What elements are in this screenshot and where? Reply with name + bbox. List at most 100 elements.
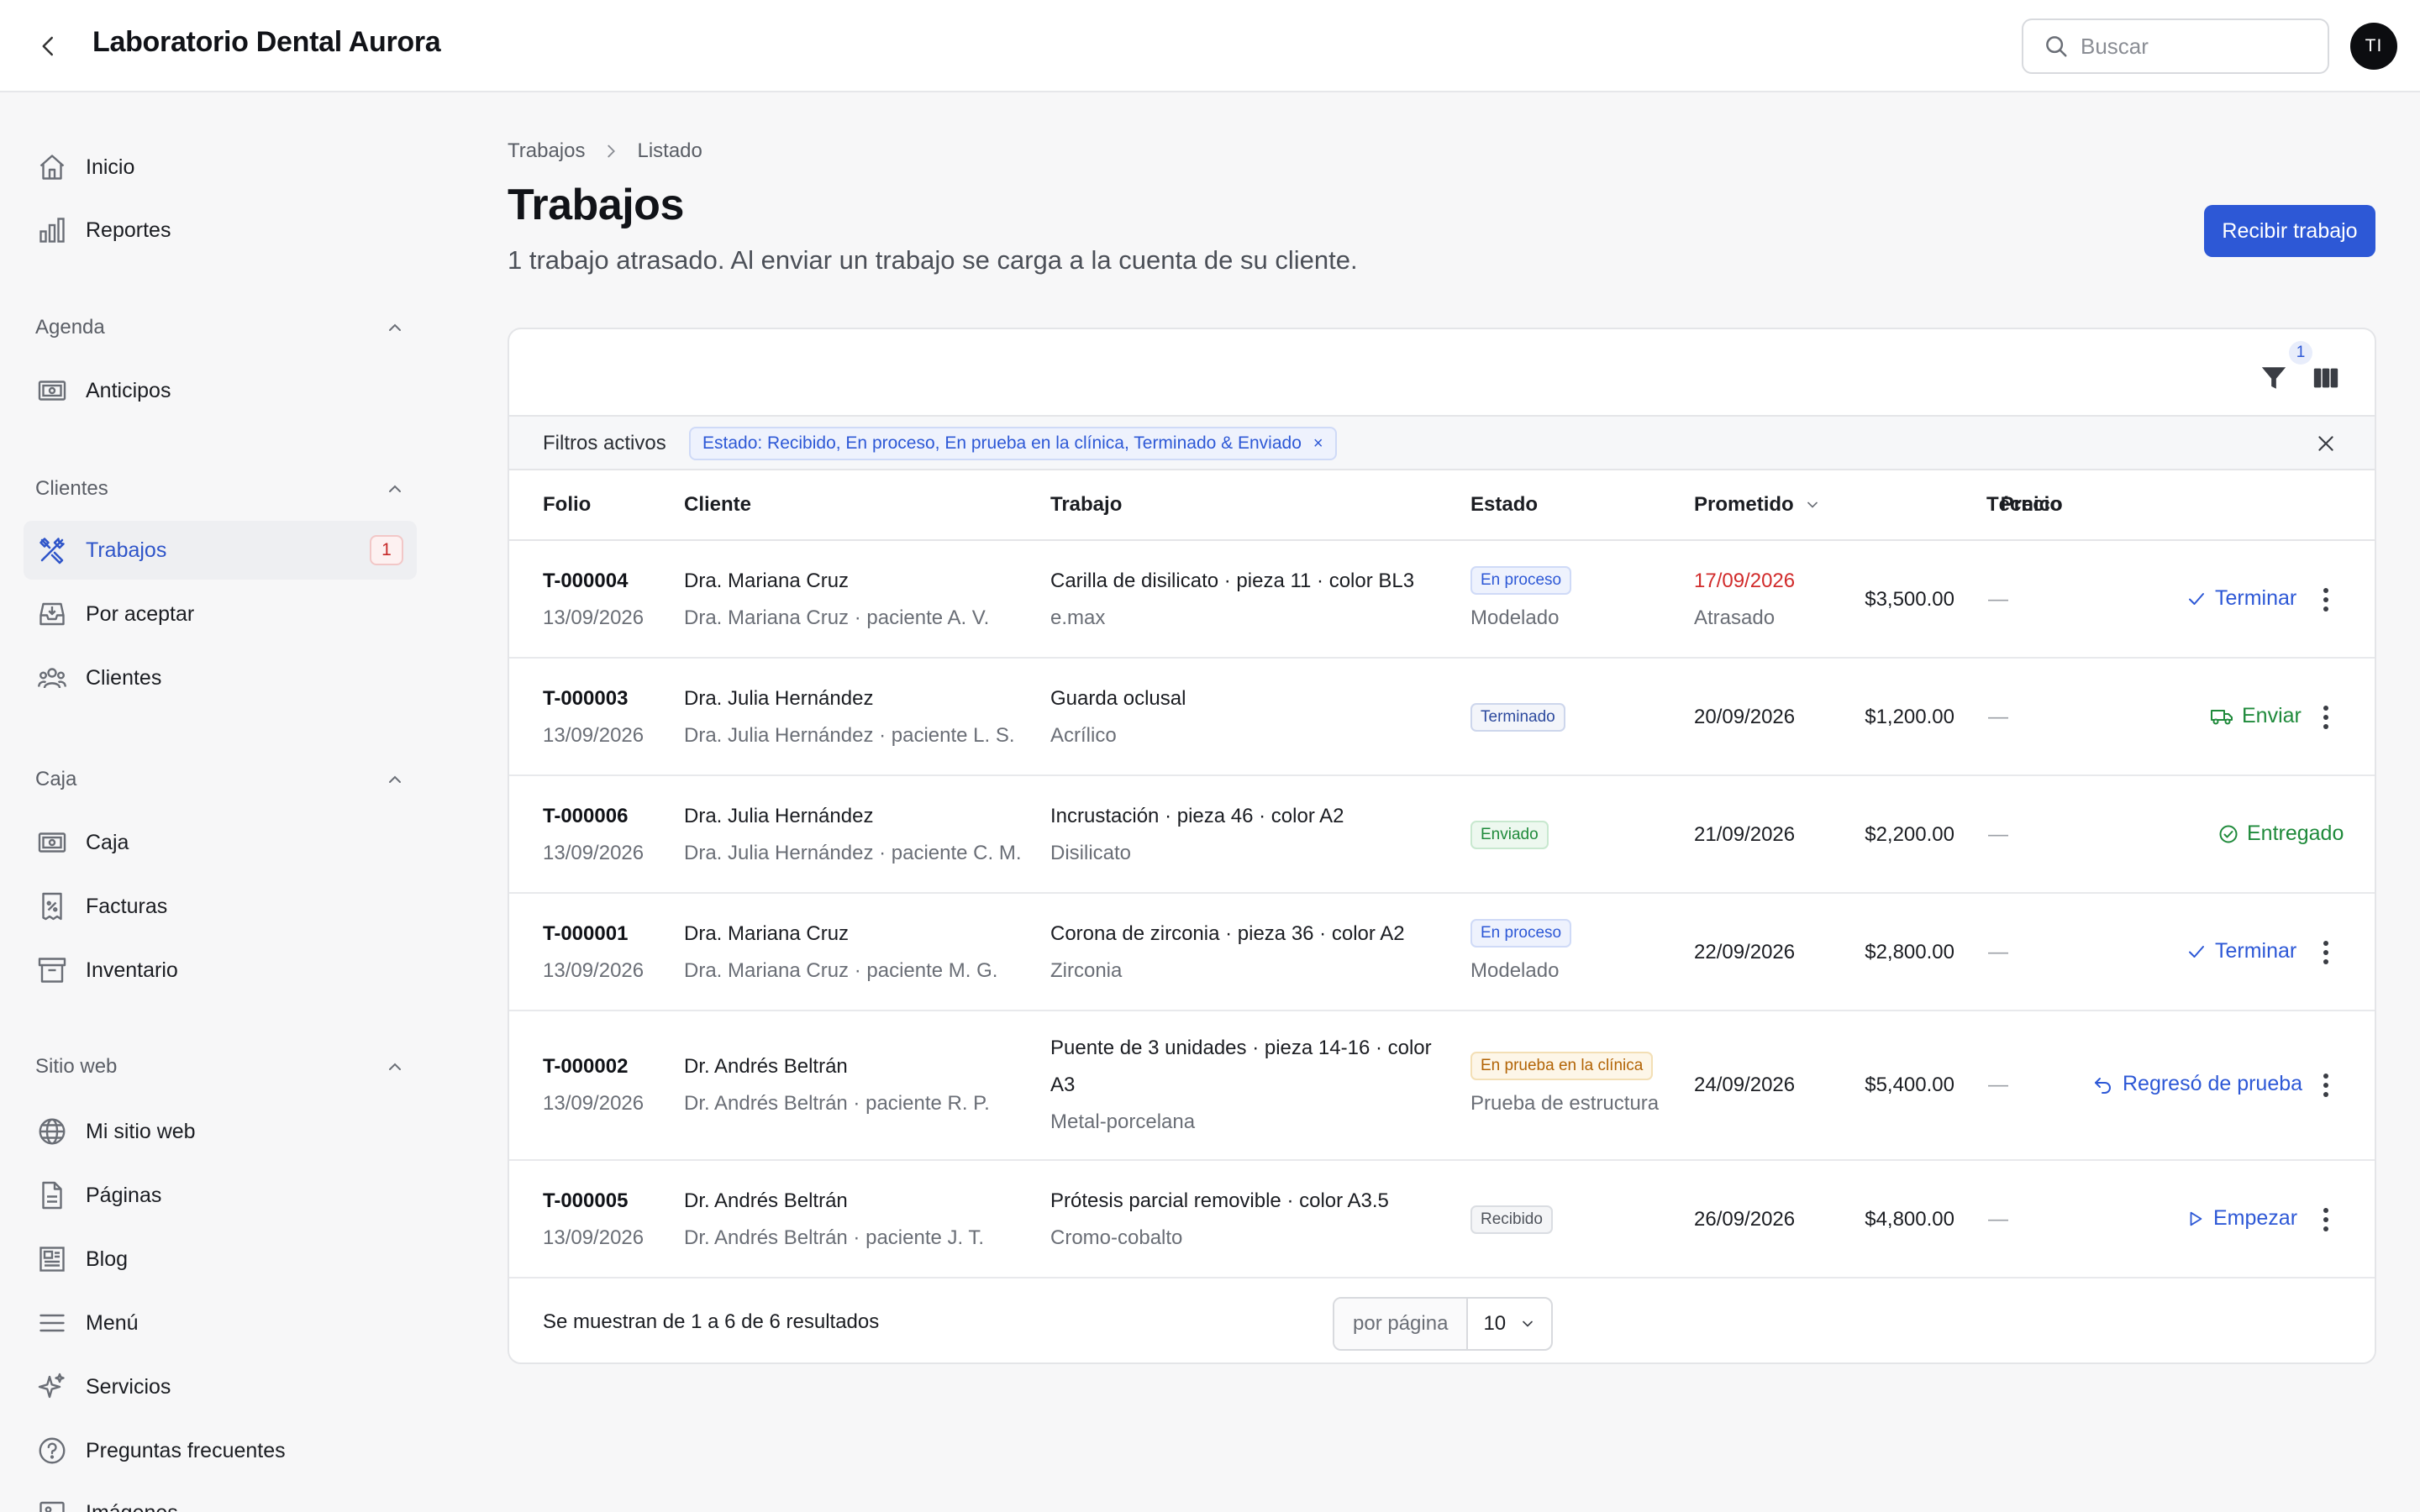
folio[interactable]: T-000006: [543, 805, 628, 828]
sidebar-item-label: Imágenes: [86, 1501, 178, 1512]
enviar-button[interactable]: Enviar: [2210, 704, 2302, 728]
per-page-value[interactable]: 10: [1468, 1299, 1551, 1349]
terminar-button[interactable]: Terminar: [2186, 586, 2296, 611]
clear-filters-button[interactable]: [2311, 428, 2341, 459]
table-row[interactable]: T-000003 13/09/2026 Dra. Julia Hernández…: [509, 659, 2375, 776]
sidebar-item-label: Reportes: [86, 218, 171, 242]
sidebar-item-mi-sitio-web[interactable]: Mi sitio web: [24, 1102, 417, 1161]
row-menu-button[interactable]: [2311, 699, 2341, 736]
folio[interactable]: T-000005: [543, 1189, 628, 1213]
columns-button[interactable]: [2307, 360, 2344, 396]
column-header-label: Prometido: [1694, 493, 1794, 516]
check-icon: [2189, 592, 2204, 605]
back-button[interactable]: [30, 28, 67, 65]
row-menu-button[interactable]: [2311, 934, 2341, 971]
recibir-trabajo-button[interactable]: Recibir trabajo: [2204, 205, 2375, 257]
archive-icon: [35, 953, 69, 987]
breadcrumb-root[interactable]: Trabajos: [508, 139, 585, 163]
status-badge: En proceso: [1470, 919, 1572, 948]
material: e.max: [1050, 606, 1106, 629]
sidebar-item-facturas[interactable]: Facturas: [24, 877, 417, 936]
trabajo-continuacion: A3: [1050, 1074, 1076, 1096]
file-icon: [35, 1179, 69, 1212]
column-header-cliente[interactable]: Cliente: [684, 493, 751, 517]
cliente: Dra. Mariana Cruz: [684, 922, 850, 945]
folio[interactable]: T-000001: [543, 922, 628, 946]
search-input[interactable]: [2081, 33, 2324, 60]
table-row[interactable]: T-000006 13/09/2026 Dra. Julia Hernández…: [509, 776, 2375, 894]
sidebar-item-label: Por aceptar: [86, 601, 195, 626]
sidebar-item-trabajos[interactable]: Trabajos 1: [24, 521, 417, 580]
regreso-de-prueba-button[interactable]: Regresó de prueba: [2092, 1072, 2302, 1096]
sidebar-item-reportes[interactable]: Reportes: [24, 201, 417, 260]
action-label: Empezar: [2213, 1206, 2298, 1230]
cliente-paciente: Dra. Mariana Cruz · paciente M. G.: [684, 959, 998, 982]
material: Zirconia: [1050, 959, 1123, 982]
globe-icon: [35, 1115, 69, 1148]
cliente: Dra. Julia Hernández: [684, 687, 874, 710]
filter-button[interactable]: [2255, 360, 2292, 396]
count-badge: 1: [370, 535, 403, 565]
row-menu-button[interactable]: [2311, 1067, 2341, 1104]
table-row[interactable]: T-000001 13/09/2026 Dra. Mariana Cruz Dr…: [509, 894, 2375, 1011]
sidebar-item-por-aceptar[interactable]: Por aceptar: [24, 585, 417, 643]
section-header-sitio-web[interactable]: Sitio web: [35, 1050, 405, 1084]
sidebar-item-caja[interactable]: Caja: [24, 813, 417, 872]
column-header-folio[interactable]: Folio: [543, 493, 591, 517]
table-row[interactable]: T-000004 13/09/2026 Dra. Mariana Cruz Dr…: [509, 541, 2375, 659]
sidebar-item-menu[interactable]: Menú: [24, 1294, 417, 1352]
column-header-estado[interactable]: Estado: [1470, 493, 1538, 517]
truck-icon: [2211, 709, 2233, 724]
precio: $2,200.00: [1865, 823, 1954, 846]
inbox-icon: [35, 597, 69, 631]
folio[interactable]: T-000003: [543, 687, 628, 711]
chevron-up-icon: [389, 323, 401, 331]
sidebar-item-anticipos[interactable]: Anticipos: [24, 361, 417, 420]
empezar-button[interactable]: Empezar: [2186, 1206, 2297, 1231]
search-box[interactable]: [2022, 18, 2329, 74]
sidebar-item-servicios[interactable]: Servicios: [24, 1357, 417, 1416]
column-header-tecnico[interactable]: Técnico: [1986, 493, 2063, 517]
sidebar-item-paginas[interactable]: Páginas: [24, 1166, 417, 1225]
undo-icon: [2095, 1077, 2111, 1094]
row-menu-button[interactable]: [2311, 1201, 2341, 1238]
more-vertical-icon: [2323, 1208, 2328, 1231]
terminar-button[interactable]: Terminar: [2186, 939, 2296, 963]
cliente-paciente: Dra. Mariana Cruz · paciente A. V.: [684, 606, 990, 629]
sidebar-item-label: Blog: [86, 1247, 129, 1271]
column-header-trabajo[interactable]: Trabajo: [1050, 493, 1122, 517]
chevron-up-icon: [389, 1063, 401, 1070]
sidebar: Inicio Reportes Agenda Anticipos Cliente…: [0, 94, 437, 1512]
per-page-select[interactable]: por página 10: [1333, 1297, 1554, 1351]
row-menu-button[interactable]: [2311, 581, 2341, 618]
avatar[interactable]: TI: [2350, 23, 2397, 70]
sidebar-item-blog[interactable]: Blog: [24, 1230, 417, 1289]
table-row[interactable]: T-000005 13/09/2026 Dr. Andrés Beltrán D…: [509, 1161, 2375, 1278]
tecnico: —: [1988, 1208, 2008, 1231]
sidebar-item-label: Caja: [86, 830, 129, 854]
sidebar-item-preguntas-frecuentes[interactable]: Preguntas frecuentes: [24, 1421, 417, 1480]
sidebar-item-label: Anticipos: [86, 378, 171, 402]
fecha: 13/09/2026: [543, 1092, 644, 1115]
section-header-agenda[interactable]: Agenda: [35, 311, 405, 344]
material: Disilicato: [1050, 842, 1132, 864]
folio[interactable]: T-000002: [543, 1055, 628, 1079]
section-header-clientes[interactable]: Clientes: [35, 472, 405, 506]
column-header-prometido[interactable]: Prometido: [1694, 493, 1821, 517]
folio[interactable]: T-000004: [543, 570, 628, 593]
cliente: Dra. Julia Hernández: [684, 805, 874, 827]
sidebar-item-inventario[interactable]: Inventario: [24, 941, 417, 1000]
table-row[interactable]: T-000002 13/09/2026 Dr. Andrés Beltrán D…: [509, 1011, 2375, 1161]
status-badge: En proceso: [1470, 566, 1572, 595]
precio: $4,800.00: [1865, 1208, 1954, 1231]
remove-filter-button[interactable]: ×: [1313, 434, 1323, 454]
trabajo: Corona de zirconia · pieza 36 · color A2: [1050, 922, 1405, 945]
newspaper-icon: [35, 1242, 69, 1276]
sidebar-item-inicio[interactable]: Inicio: [24, 138, 417, 197]
fecha: 13/09/2026: [543, 606, 644, 629]
section-header-caja[interactable]: Caja: [35, 763, 405, 796]
sidebar-item-clientes[interactable]: Clientes: [24, 648, 417, 707]
status-badge: Terminado: [1470, 703, 1565, 732]
action-label: Regresó de prueba: [2123, 1072, 2303, 1095]
sidebar-item-imagenes[interactable]: Imágenes: [24, 1483, 417, 1512]
